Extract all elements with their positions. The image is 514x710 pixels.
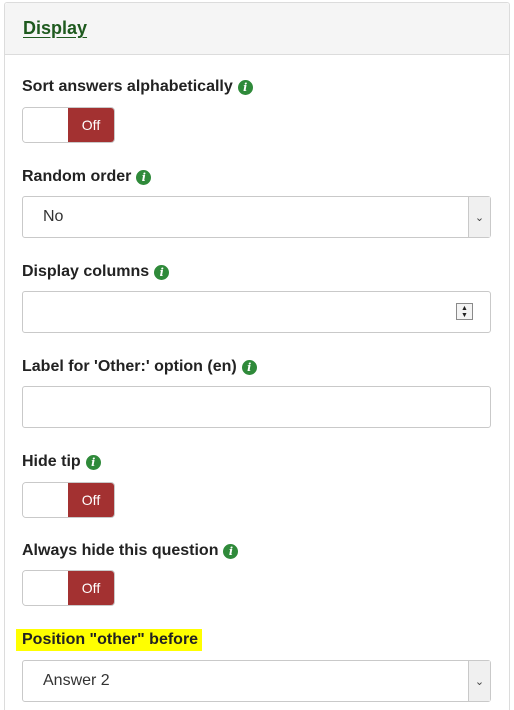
sort-answers-label: Sort answers alphabetically i	[22, 78, 253, 96]
toggle-off-state: Off	[68, 108, 114, 142]
position-other-label: Position "other" before	[16, 629, 203, 651]
chevron-down-icon[interactable]: ⌄	[468, 197, 490, 237]
info-icon[interactable]: i	[154, 264, 170, 280]
position-other-select[interactable]: Answer 2 ⌄	[22, 660, 491, 702]
toggle-off-state: Off	[68, 571, 114, 605]
other-label-input[interactable]	[22, 386, 491, 428]
display-columns-input[interactable]	[22, 291, 491, 333]
hide-tip-toggle[interactable]: Off	[22, 482, 115, 518]
always-hide-label: Always hide this question i	[22, 542, 239, 560]
position-other-value: Answer 2	[43, 672, 110, 689]
random-order-select[interactable]: No ⌄	[22, 196, 491, 238]
random-order-value: No	[43, 208, 64, 225]
panel-title[interactable]: Display	[23, 18, 87, 39]
info-icon[interactable]: i	[223, 543, 239, 559]
info-icon[interactable]: i	[241, 359, 257, 375]
toggle-knob	[23, 108, 69, 142]
toggle-off-state: Off	[68, 483, 114, 517]
toggle-knob	[23, 571, 69, 605]
display-columns-label: Display columns i	[22, 263, 170, 281]
info-icon[interactable]: i	[85, 454, 101, 470]
random-order-label: Random order i	[22, 168, 152, 186]
chevron-down-icon[interactable]: ⌄	[468, 661, 490, 701]
toggle-knob	[23, 483, 69, 517]
panel-header: Display	[5, 3, 509, 55]
hide-tip-label: Hide tip i	[22, 453, 101, 471]
display-columns-field: ▲ ▼	[22, 291, 491, 333]
info-icon[interactable]: i	[136, 169, 152, 185]
always-hide-toggle[interactable]: Off	[22, 570, 115, 606]
info-icon[interactable]: i	[237, 79, 253, 95]
other-label-label: Label for 'Other:' option (en) i	[22, 358, 257, 376]
number-spinner-icon[interactable]: ▲ ▼	[456, 303, 473, 320]
sort-answers-toggle[interactable]: Off	[22, 107, 115, 143]
